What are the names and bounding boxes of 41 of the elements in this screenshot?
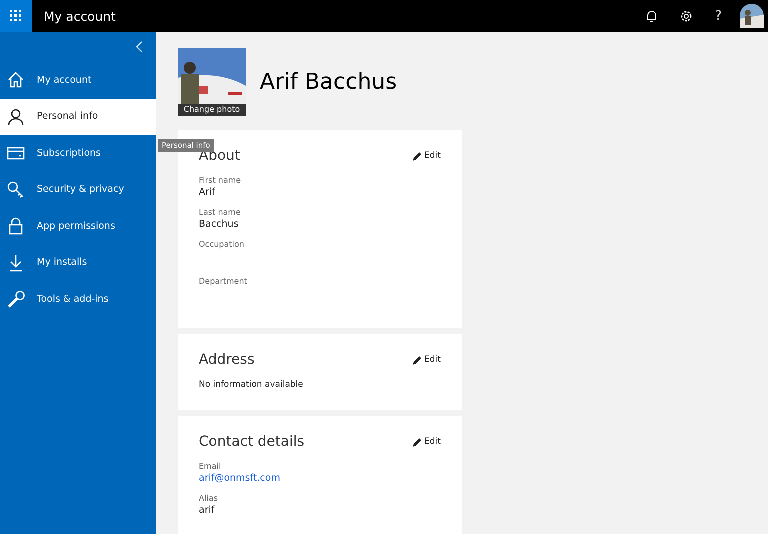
field-label: Occupation <box>199 240 246 249</box>
field-label: Alias <box>199 494 219 503</box>
sidebar-item[interactable]: Security & privacy <box>0 172 156 208</box>
bell-icon[interactable] <box>646 10 658 22</box>
field-value: Arif <box>199 187 216 198</box>
field-label: Last name <box>199 208 242 217</box>
empty-message: No information available <box>199 380 304 390</box>
sidebar-item[interactable]: App permissions <box>0 208 156 244</box>
field-label: First name <box>199 176 242 185</box>
pencil-icon <box>412 356 422 364</box>
collapse-icon[interactable] <box>136 41 143 53</box>
lock-icon <box>7 217 25 236</box>
field-value: Bacchus <box>199 219 240 230</box>
profile-photo[interactable]: Change photo <box>178 48 246 116</box>
profile-name: Arif Bacchus <box>260 70 398 94</box>
field-value: arif <box>199 505 216 516</box>
edit-link[interactable]: Edit <box>412 437 441 447</box>
sidebar-item[interactable]: Subscriptions <box>0 135 156 172</box>
sidebar-item[interactable]: Tools & add-ins <box>0 281 156 318</box>
field-label: Email <box>199 462 222 471</box>
avatar-icon[interactable] <box>740 4 764 28</box>
app-launcher-button[interactable] <box>0 0 32 32</box>
home-icon <box>7 71 25 90</box>
help-button[interactable]: ? <box>715 8 722 24</box>
download-icon <box>7 254 25 272</box>
field-label: Department <box>199 277 248 286</box>
key-icon <box>7 180 25 199</box>
edit-link[interactable]: Edit <box>412 355 441 365</box>
grid-icon <box>10 10 22 22</box>
section-title: Contact details <box>199 434 305 450</box>
sidebar-item[interactable]: My installs <box>0 244 156 281</box>
settings-icon[interactable] <box>680 10 694 22</box>
app-title: My account <box>44 8 116 24</box>
pencil-icon <box>412 152 422 160</box>
sidebar-item[interactable]: My account <box>0 62 156 98</box>
edit-link[interactable]: Edit <box>412 151 441 161</box>
pencil-icon <box>412 438 422 446</box>
email-link[interactable]: arif@onmsft.com <box>199 473 441 484</box>
sidebar-item[interactable]: Personal info <box>0 98 156 135</box>
person-icon <box>7 108 25 126</box>
section-title: Address <box>199 352 255 368</box>
